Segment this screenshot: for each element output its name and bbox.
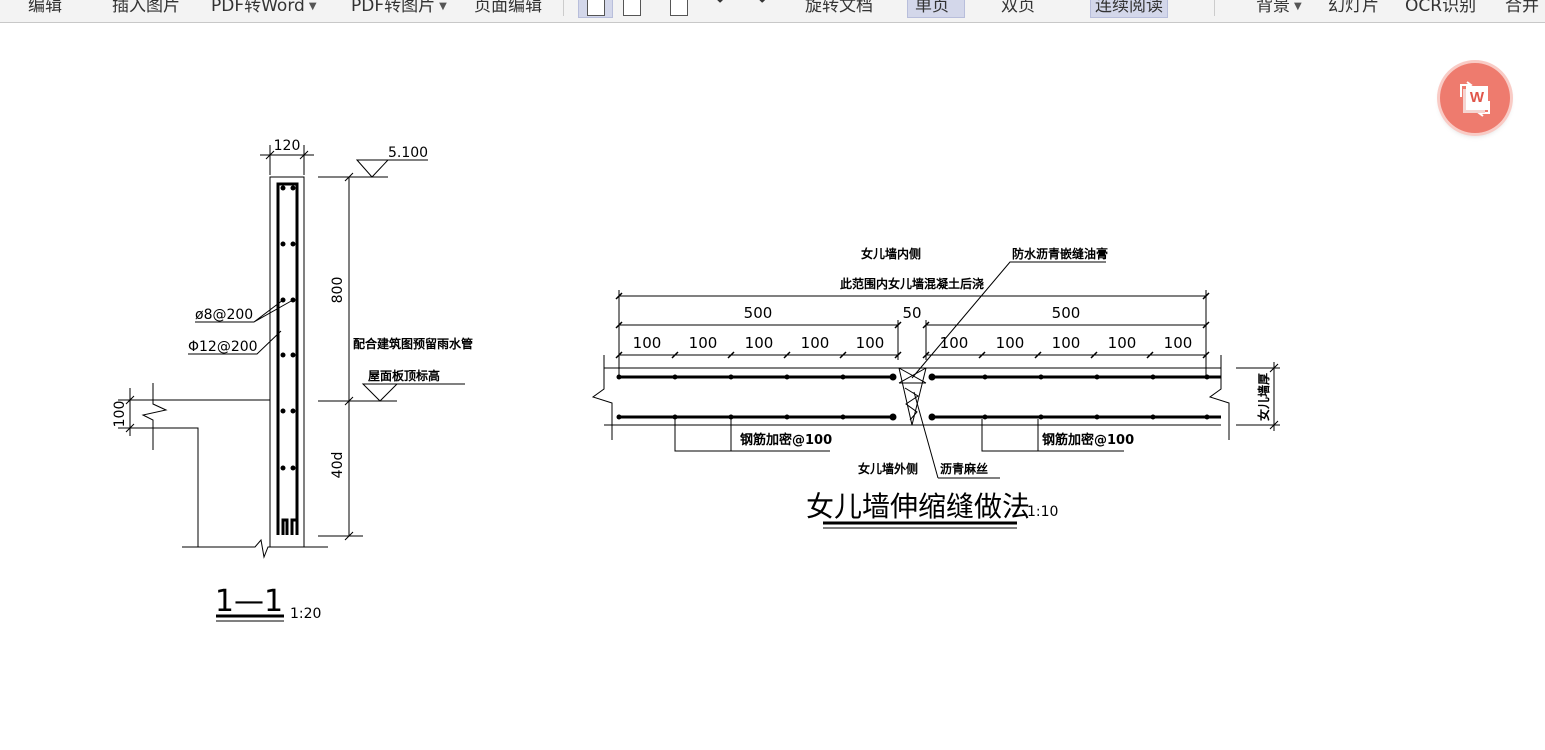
slab-outline	[141, 383, 328, 559]
elevation-marker	[355, 159, 428, 178]
dim-spacing: 100	[1052, 334, 1081, 352]
section-title: 1—1	[215, 584, 283, 619]
rebar-label-1: ø8@200	[195, 307, 253, 323]
dim-total-right: 500	[1052, 304, 1081, 322]
section-scale: 1:20	[290, 606, 321, 622]
dim-spacing: 100	[940, 334, 969, 352]
roof-level-label: 屋面板顶标高	[368, 368, 440, 383]
dim-slab: 100	[112, 401, 128, 428]
joint-detail: 500 50 500 100 100 100 100 100 100 100 1…	[591, 246, 1280, 529]
dim-spacing: 100	[689, 334, 718, 352]
outer-side-label: 女儿墙外侧	[858, 461, 918, 476]
dim-gap: 50	[902, 304, 921, 322]
pipe-note: 配合建筑图预留雨水管	[353, 336, 473, 351]
rebar-dots	[280, 185, 296, 471]
sealant-label: 防水沥青嵌缝油膏	[1012, 246, 1108, 261]
dim-spacing: 100	[633, 334, 662, 352]
section-1-1: 120 5.100 屋面板顶标高 配合建筑图预留雨水管 800 40d 100 …	[112, 138, 473, 622]
cad-drawing: 120 5.100 屋面板顶标高 配合建筑图预留雨水管 800 40d 100 …	[112, 138, 1280, 622]
wall-outline	[269, 176, 305, 548]
dim-lines	[618, 290, 1207, 375]
dim-total-left: 500	[744, 304, 773, 322]
dense-rebar-right: 钢筋加密@100	[1042, 432, 1134, 448]
dim-spacing: 100	[745, 334, 774, 352]
dim-spacing: 100	[856, 334, 885, 352]
hemp-label: 沥青麻丝	[940, 461, 988, 476]
stirrup	[276, 182, 299, 535]
dim-anchor: 40d	[330, 452, 346, 479]
wall-outline	[591, 355, 1230, 440]
rebar-dots	[616, 373, 1210, 421]
convert-to-word-button[interactable]: W	[1440, 63, 1510, 133]
elevation-label: 5.100	[388, 145, 428, 161]
dim-spacing: 100	[801, 334, 830, 352]
detail-title: 女儿墙伸缩缝做法	[806, 490, 1030, 523]
detail-scale: 1:10	[1027, 504, 1058, 520]
joint-filler	[898, 367, 927, 426]
dim-spacing: 100	[996, 334, 1025, 352]
inner-side-label: 女儿墙内侧	[861, 246, 921, 261]
dim-height-line	[318, 172, 397, 541]
dim-spacing: 100	[1108, 334, 1137, 352]
wall-thickness-label: 女儿墙厚	[1256, 373, 1271, 421]
dim-height: 800	[330, 277, 346, 304]
word-icon: W	[1466, 86, 1488, 110]
dim-width: 120	[274, 138, 301, 154]
dim-spacing-labels: 100 100 100 100 100 100 100 100 100 100	[633, 334, 1193, 352]
roof-level-marker	[361, 383, 465, 402]
dense-rebar-left: 钢筋加密@100	[740, 432, 832, 448]
range-note: 此范围内女儿墙混凝土后浇	[840, 276, 984, 291]
rebar-label-2: Φ12@200	[188, 339, 258, 355]
dim-spacing: 100	[1164, 334, 1193, 352]
